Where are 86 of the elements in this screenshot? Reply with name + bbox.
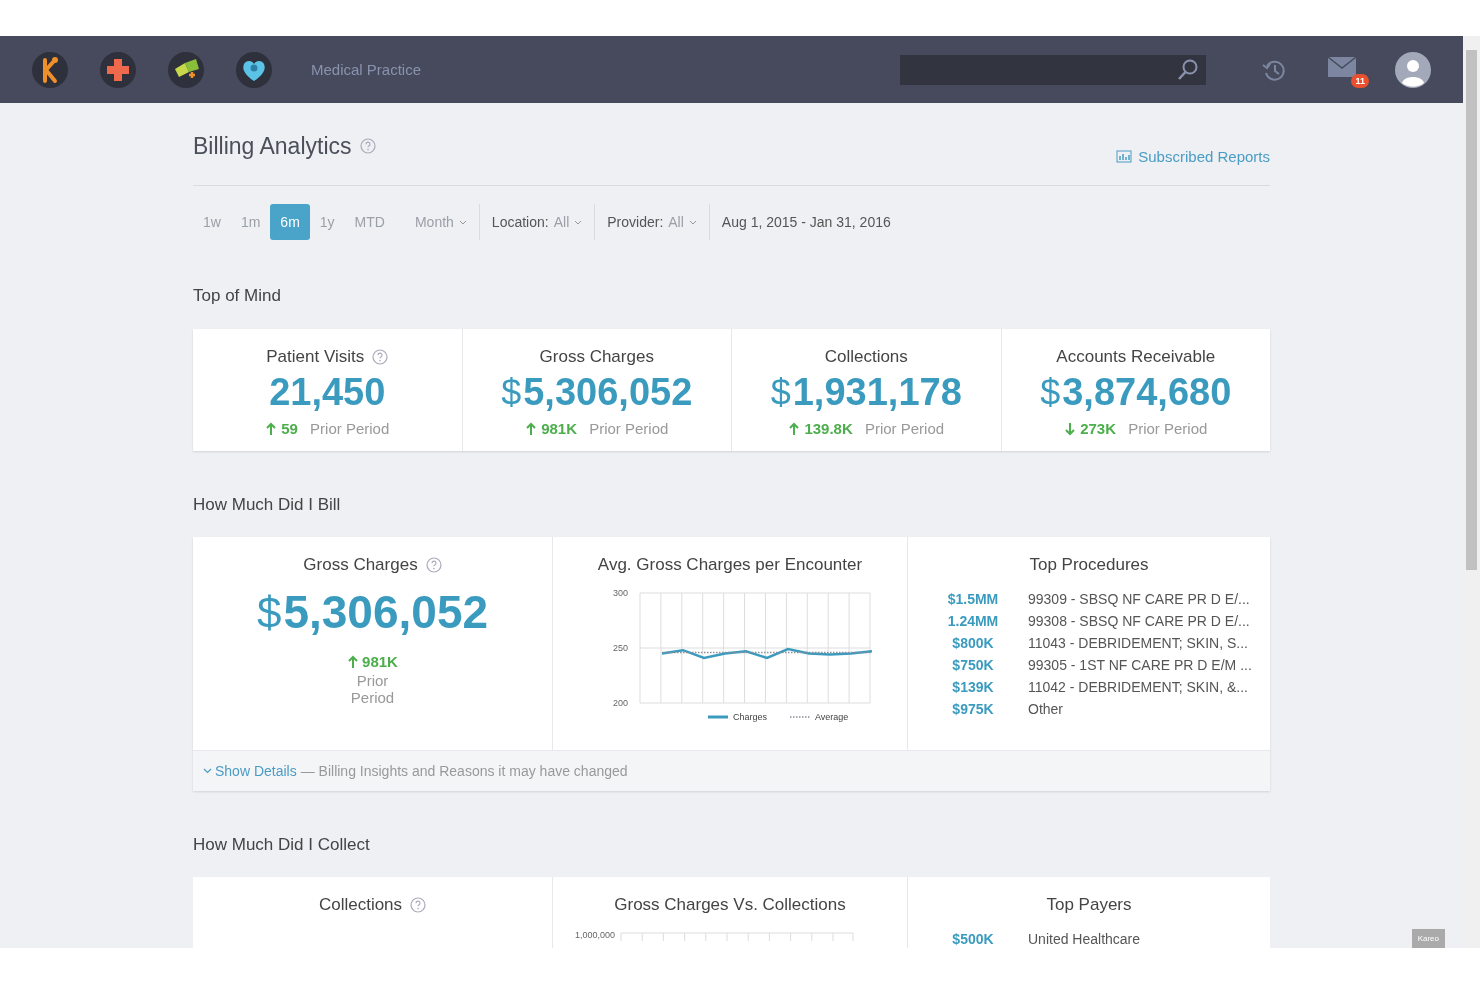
metric-value: 21,450	[268, 371, 387, 414]
legend-item: Average	[789, 712, 849, 722]
app-icon[interactable]	[167, 50, 205, 89]
notification-badge: 11	[1351, 73, 1369, 88]
payer-name: United Healthcare	[1028, 931, 1142, 947]
period-tab[interactable]: 1y	[309, 204, 345, 240]
axis-tick: 1,000,000	[575, 930, 616, 940]
show-details-link[interactable]: Show Details	[203, 763, 297, 779]
metric-value: $5,306,052	[255, 585, 490, 639]
change-value: 981K	[362, 653, 398, 670]
help-icon[interactable]	[425, 557, 442, 573]
period-tab[interactable]: 6m	[270, 204, 310, 240]
feedback-tab[interactable]: Kareo	[1411, 929, 1445, 948]
change-value: 273K	[1080, 420, 1116, 437]
change-note: Prior Period	[589, 420, 669, 437]
section-title: Top of Mind	[193, 286, 282, 306]
scrollbar[interactable]	[1463, 36, 1480, 948]
change-value: 59	[281, 420, 298, 437]
app-icon[interactable]	[31, 50, 69, 89]
procedure-amount: 1.24MM	[946, 613, 1000, 629]
metric-value: $1,931,178	[769, 371, 963, 414]
procedure-name: 99308 - SBSQ NF CARE PR D E/...	[1028, 613, 1251, 629]
metric-title: Gross Charges	[303, 555, 418, 575]
procedure-amount: $975K	[951, 701, 995, 717]
legend-item: Charges	[708, 712, 768, 722]
procedure-name: 11042 - DEBRIDEMENT; SKIN, &...	[1028, 679, 1249, 695]
subscribed-reports-link[interactable]: Subscribed Reports	[1116, 147, 1270, 165]
procedure-amount: $800K	[951, 635, 995, 651]
chevron-icon	[458, 219, 467, 225]
axis-tick: 300	[612, 588, 628, 598]
section-title: How Much Did I Bill	[193, 495, 342, 515]
chart-title: Gross Charges Vs. Collections	[614, 895, 846, 915]
search-icon[interactable]	[1176, 57, 1200, 82]
period-tab[interactable]: 1w	[193, 204, 231, 240]
procedure-name: 99309 - SBSQ NF CARE PR D E/...	[1028, 591, 1251, 607]
interval-dropdown[interactable]: Month	[404, 214, 477, 230]
axis-tick: 200	[612, 698, 628, 708]
avatar-icon[interactable]	[1395, 51, 1431, 88]
procedure-amount: $750K	[951, 657, 995, 673]
change-note: Prior Period	[349, 672, 396, 706]
metric-title: Collections	[318, 895, 403, 915]
procedure-name: Other	[1028, 701, 1064, 717]
change-note: Prior Period	[310, 420, 390, 437]
chart-title: Avg. Gross Charges per Encounter	[597, 555, 863, 575]
change-value: 139.8K	[804, 420, 853, 437]
filter-label: Location:	[491, 214, 549, 230]
date-range[interactable]: Aug 1, 2015 - Jan 31, 2016	[711, 214, 891, 230]
chevron-icon	[688, 219, 697, 225]
help-icon[interactable]	[359, 138, 376, 154]
page-title: Billing Analytics	[193, 132, 352, 160]
change-value: 981K	[541, 420, 577, 437]
report-icon	[1116, 149, 1133, 163]
search-field[interactable]	[900, 54, 1206, 85]
legend-label: Average	[815, 712, 849, 722]
mail-icon[interactable]	[1327, 55, 1357, 78]
procedure-amount: $139K	[951, 679, 995, 695]
metric-title: Accounts Receivable	[1056, 347, 1216, 367]
change-note: Prior Period	[864, 420, 945, 437]
list-title: Top Procedures	[1029, 555, 1149, 575]
procedure-amount: $1.5MM	[946, 591, 1000, 607]
procedure-name: 99305 - 1ST NF CARE PR D E/M ...	[1028, 657, 1253, 673]
practice-name[interactable]: Medical Practice	[311, 61, 422, 78]
axis-tick: 250	[612, 643, 628, 653]
metric-value: $5,306,052	[500, 371, 694, 414]
period-tab[interactable]: 1m	[230, 204, 271, 240]
app-icon[interactable]	[99, 50, 137, 89]
chevron-icon	[574, 219, 583, 225]
section-title: How Much Did I Collect	[193, 835, 371, 855]
procedure-name: 11043 - DEBRIDEMENT; SKIN, S...	[1028, 635, 1249, 651]
metric-value: $3,874,680	[1039, 371, 1233, 414]
app-icon[interactable]	[235, 50, 273, 89]
help-icon[interactable]	[372, 349, 389, 365]
period-tab[interactable]: MTD	[344, 204, 395, 240]
metric-title: Gross Charges	[539, 347, 654, 367]
location-dropdown[interactable]: All	[553, 214, 583, 230]
metric-title: Collections	[824, 347, 908, 367]
details-description: — Billing Insights and Reasons it may have changed	[300, 763, 628, 779]
payer-amount: $500K	[951, 931, 995, 947]
metric-title: Patient Visits	[266, 347, 365, 367]
list-title: Top Payers	[1046, 895, 1132, 915]
provider-dropdown[interactable]: All	[668, 214, 697, 230]
filter-label: Provider:	[607, 214, 664, 230]
help-icon[interactable]	[410, 897, 427, 913]
chevron-icon	[203, 768, 212, 774]
legend-label: Charges	[733, 712, 768, 722]
change-note: Prior Period	[1128, 420, 1208, 437]
